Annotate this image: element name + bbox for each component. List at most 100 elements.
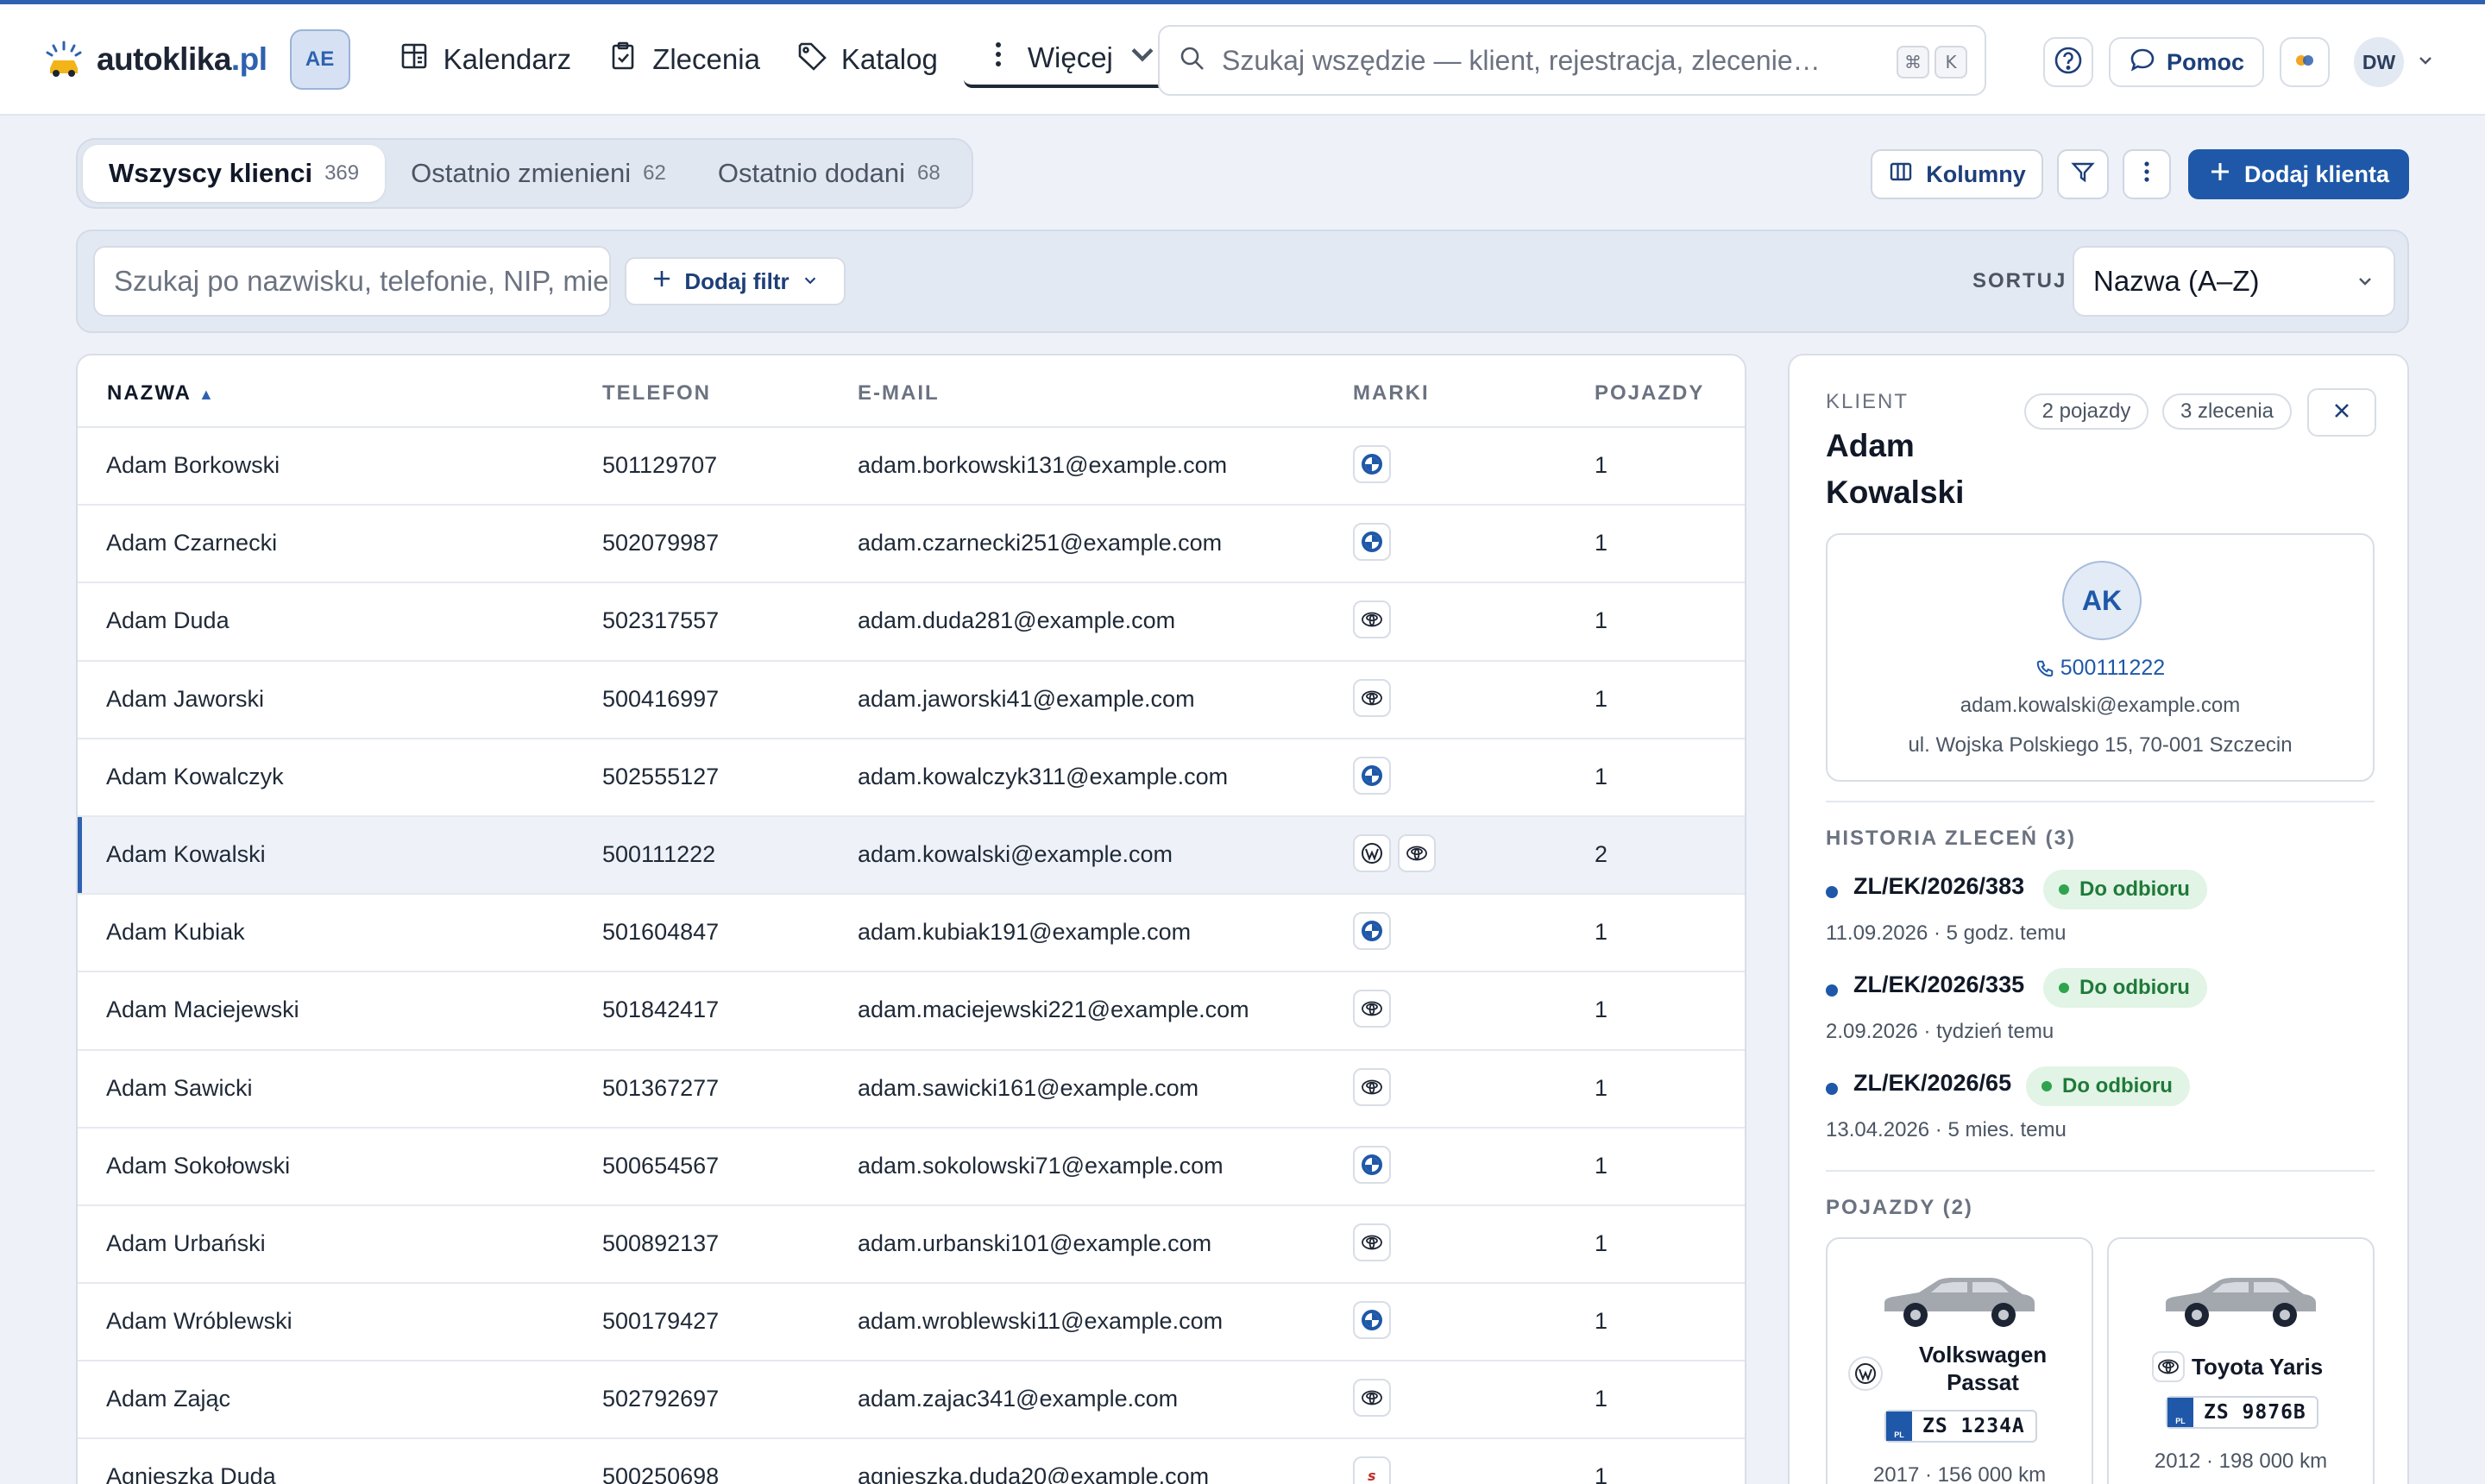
client-vehicles-cell: 1 <box>1595 919 1608 946</box>
column-header-email[interactable]: E-MAIL <box>858 381 940 406</box>
client-name-cell: Adam Jaworski <box>106 685 265 712</box>
user-menu-button[interactable]: DW <box>2354 37 2435 87</box>
table-row[interactable]: Adam Duda 502317557 adam.duda281@example.c… <box>78 583 1745 662</box>
table-row[interactable]: Adam Wróblewski 500179427 adam.wroblewski1… <box>78 1284 1745 1362</box>
client-search-input[interactable]: Szukaj po nazwisku, telefonie, NIP, mieś… <box>93 246 611 317</box>
client-name-cell: Adam Kowalczyk <box>106 763 284 789</box>
table-row[interactable]: Adam Kubiak 501604847 adam.kubiak191@examp… <box>78 895 1745 973</box>
client-email-cell: adam.sokolowski71@example.com <box>858 1152 1224 1179</box>
client-avatar: AK <box>2062 561 2142 640</box>
column-header-brands[interactable]: MARKI <box>1353 381 1430 406</box>
client-phone-cell: 501842417 <box>602 997 720 1023</box>
filter-button[interactable] <box>2057 149 2109 199</box>
nav-item-katalog[interactable]: Katalog <box>777 31 955 88</box>
car-icon <box>1878 1273 2041 1338</box>
search-icon <box>1179 45 1206 77</box>
chat-bubble-icon <box>2129 46 2156 79</box>
table-row[interactable]: Adam Kowalski 500111222 adam.kowalski@exam… <box>78 816 1745 896</box>
toyota-brand-icon <box>1353 990 1391 1028</box>
status-dot <box>2059 983 2069 993</box>
help-question-button[interactable] <box>2043 37 2093 87</box>
order-date: 2.09.2026 · tydzień temu <box>1826 1020 2054 1043</box>
table-row[interactable]: Adam Czarnecki 502079987 adam.czarnecki251… <box>78 506 1745 584</box>
client-vehicles-cell: 1 <box>1595 763 1608 789</box>
eu-flag-icon: PL <box>2167 1398 2193 1427</box>
order-item[interactable]: ZL/EK/2026/383 Do odbioru <box>1826 870 2375 913</box>
table-row[interactable]: Adam Maciejewski 501842417 adam.maciejewsk… <box>78 972 1745 1051</box>
table-row[interactable]: Adam Sawicki 501367277 adam.sawicki161@exa… <box>78 1051 1745 1129</box>
workspace-switcher-button[interactable]: AE <box>289 28 350 90</box>
filter-bar: Szukaj po nazwisku, telefonie, NIP, mieś… <box>76 230 2409 333</box>
contact-card: AK 500111222 adam.kowalski@example.com u… <box>1826 533 2375 782</box>
order-date: 13.04.2026 · 5 mies. temu <box>1826 1118 2067 1141</box>
table-row[interactable]: Adam Borkowski 501129707 adam.borkowski131… <box>78 428 1745 506</box>
nav-item-kalendarz[interactable]: Kalendarz <box>380 31 589 88</box>
client-vehicles-cell: 1 <box>1595 685 1608 712</box>
table-row[interactable]: Agnieszka Duda 500250698 agnieszka.duda20@… <box>78 1439 1745 1484</box>
client-email-cell: adam.zajac341@example.com <box>858 1386 1179 1412</box>
table-row[interactable]: Adam Urbański 500892137 adam.urbanski101@e… <box>78 1206 1745 1285</box>
column-header-vehicles[interactable]: POJAZDY <box>1595 381 1704 406</box>
table-row[interactable]: Adam Zając 502792697 adam.zajac341@example… <box>78 1361 1745 1440</box>
shortcut-key-cmd: ⌘ <box>1897 46 1929 79</box>
more-actions-button[interactable] <box>2123 149 2171 199</box>
client-email-cell: adam.duda281@example.com <box>858 607 1176 634</box>
client-email-cell: adam.sawicki161@example.com <box>858 1074 1199 1101</box>
sort-ascending-icon: ▲ <box>198 386 216 403</box>
nav-item-label: Więcej <box>1027 41 1113 73</box>
nav-item-label: Zlecenia <box>652 42 760 75</box>
client-address: ul. Wojska Polskiego 15, 70-001 Szczecin <box>1908 733 2293 757</box>
client-name-cell: Adam Czarnecki <box>106 530 278 556</box>
order-number: ZL/EK/2026/65 <box>1853 1070 2012 1096</box>
client-name-cell: Adam Urbański <box>106 1229 266 1256</box>
table-row[interactable]: Adam Sokołowski 500654567 adam.sokolowski7… <box>78 1129 1745 1206</box>
column-header-phone[interactable]: TELEFON <box>602 381 711 406</box>
nav-item-zlecenia[interactable]: Zlecenia <box>588 31 777 88</box>
language-flag-button[interactable] <box>2280 37 2330 87</box>
chevron-down-icon <box>802 268 819 295</box>
client-vehicles-cell: 1 <box>1595 1229 1608 1256</box>
table-body: Adam Borkowski 501129707 adam.borkowski131… <box>78 428 1745 1484</box>
vehicle-name: Volkswagen Passat <box>1918 1342 2048 1395</box>
add-client-button[interactable]: Dodaj klienta <box>2188 149 2409 199</box>
tab-recently-changed[interactable]: Ostatnio zmienieni 62 <box>385 145 692 202</box>
vehicle-card[interactable]: Toyota Yaris PL ZS 9876B 2012 · 198 000 … <box>2107 1237 2375 1484</box>
flag-icon <box>2292 52 2318 73</box>
client-vehicles-cell: 1 <box>1595 1386 1608 1412</box>
help-chat-button[interactable]: Pomoc <box>2109 37 2264 87</box>
client-name-cell: Adam Wróblewski <box>106 1308 293 1335</box>
global-search-input[interactable]: Szukaj wszędzie — klient, rejestracja, z… <box>1158 25 1986 96</box>
columns-button[interactable]: Kolumny <box>1871 149 2043 199</box>
toyota-brand-icon <box>1353 1379 1391 1418</box>
tab-recently-added[interactable]: Ostatnio dodani 68 <box>692 145 966 202</box>
client-vehicles-cell: 1 <box>1595 1152 1608 1179</box>
client-email[interactable]: adam.kowalski@example.com <box>1828 694 2373 718</box>
client-phone-link[interactable]: 500111222 <box>1828 656 2373 681</box>
order-history-title: HISTORIA ZLECEŃ (3) <box>1826 827 2077 850</box>
vehicle-card[interactable]: Volkswagen Passat PL ZS 1234A 2017 · 156… <box>1826 1237 2093 1484</box>
nav-item-wiecej[interactable]: Więcej <box>963 31 1172 88</box>
tab-all-clients[interactable]: Wszyscy klienci 369 <box>83 145 386 202</box>
table-row[interactable]: Adam Jaworski 500416997 adam.jaworski41@ex… <box>78 662 1745 739</box>
client-email-cell: adam.kubiak191@example.com <box>858 919 1192 946</box>
order-item[interactable]: ZL/EK/2026/65 Do odbioru <box>1826 1066 2375 1110</box>
orders-count-badge[interactable]: 3 zlecenia <box>2162 393 2292 430</box>
add-filter-label: Dodaj filtr <box>684 267 790 294</box>
table-header: NAZWA ▲ TELEFON E-MAIL MARKI POJAZDY <box>78 355 1745 428</box>
vehicles-count-badge[interactable]: 2 pojazdy <box>2024 393 2148 430</box>
client-phone-cell: 502079987 <box>602 530 720 556</box>
license-plate: PL ZS 1234A <box>1884 1410 2037 1443</box>
column-header-name[interactable]: NAZWA ▲ <box>107 381 216 406</box>
toyota-brand-icon <box>1353 678 1391 717</box>
table-row[interactable]: Adam Kowalczyk 502555127 adam.kowalczyk311… <box>78 739 1745 817</box>
close-panel-button[interactable] <box>2307 388 2376 437</box>
columns-icon <box>1888 159 1914 191</box>
sort-select[interactable]: Nazwa (A–Z) <box>2073 246 2395 317</box>
app-logo[interactable]: autoklika.pl <box>43 39 267 80</box>
status-badge: Do odbioru <box>2043 968 2207 1008</box>
client-email-cell: agnieszka.duda20@example.com <box>858 1463 1210 1484</box>
svg-text:s: s <box>1368 1468 1376 1484</box>
car-logo-icon <box>43 39 85 80</box>
add-filter-button[interactable]: Dodaj filtr <box>625 257 846 305</box>
order-item[interactable]: ZL/EK/2026/335 Do odbioru <box>1826 968 2375 1011</box>
